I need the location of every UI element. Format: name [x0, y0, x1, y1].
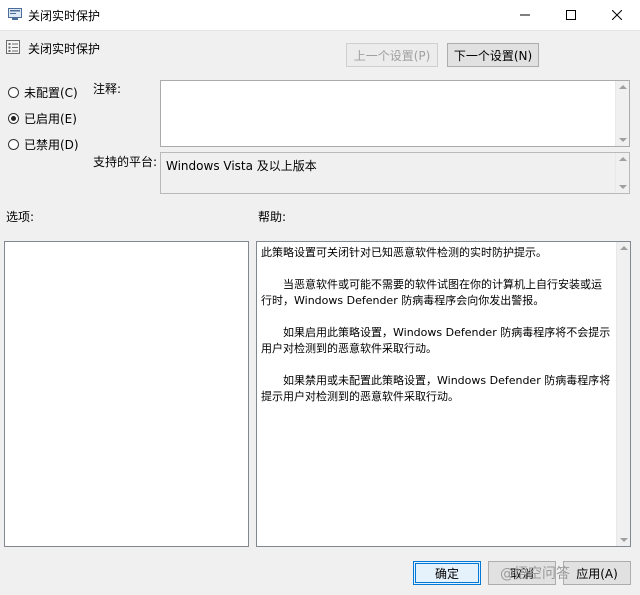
help-scrollbar[interactable] — [616, 242, 630, 546]
radio-enabled-circle[interactable] — [8, 113, 19, 124]
scroll-down-icon[interactable] — [619, 138, 627, 142]
platform-field: Windows Vista 及以上版本 — [160, 152, 630, 194]
policy-icon — [8, 8, 22, 20]
platform-value: Windows Vista 及以上版本 — [166, 159, 317, 173]
help-paragraph: 如果启用此策略设置，Windows Defender 防病毒程序将不会提示用户对… — [261, 326, 611, 355]
platform-scrollbar[interactable] — [615, 153, 629, 193]
radio-disabled-circle[interactable] — [8, 139, 19, 150]
help-paragraph: 如果禁用或未配置此策略设置，Windows Defender 防病毒程序将提示用… — [261, 374, 611, 403]
apply-button[interactable]: 应用(A) — [563, 561, 631, 585]
ok-button[interactable]: 确定 — [413, 561, 481, 585]
scroll-down-icon[interactable] — [620, 538, 628, 542]
help-text: 此策略设置可关闭针对已知恶意软件检测的实时防护提示。 当恶意软件或可能不需要的软… — [261, 245, 612, 421]
comment-label: 注释: — [93, 82, 122, 96]
radio-enabled[interactable]: 已启用(E) — [8, 110, 77, 127]
prev-setting-button[interactable]: 上一个设置(P) — [346, 43, 438, 67]
maximize-icon — [566, 10, 576, 20]
radio-enabled-label: 已启用(E) — [24, 112, 77, 126]
window-title: 关闭实时保护 — [28, 9, 101, 23]
radio-not-configured[interactable]: 未配置(C) — [8, 84, 78, 101]
platform-label: 支持的平台: — [93, 155, 158, 169]
options-panel — [4, 241, 249, 547]
comment-field[interactable] — [160, 80, 630, 147]
help-panel: 此策略设置可关闭针对已知恶意软件检测的实时防护提示。 当恶意软件或可能不需要的软… — [256, 241, 631, 547]
radio-not-configured-circle[interactable] — [8, 87, 19, 98]
watermark: @悟空问答 — [500, 563, 570, 583]
comment-scrollbar[interactable] — [615, 81, 629, 146]
close-icon — [612, 10, 622, 20]
minimize-button[interactable] — [502, 0, 548, 30]
next-setting-button[interactable]: 下一个设置(N) — [447, 43, 539, 67]
scroll-down-icon[interactable] — [619, 185, 627, 189]
radio-disabled[interactable]: 已禁用(D) — [8, 136, 79, 153]
radio-disabled-label: 已禁用(D) — [24, 138, 79, 152]
help-paragraph: 此策略设置可关闭针对已知恶意软件检测的实时防护提示。 — [261, 246, 547, 259]
help-paragraph: 当恶意软件或可能不需要的软件试图在你的计算机上自行安装或运行时，Windows … — [261, 278, 602, 307]
scroll-up-icon[interactable] — [619, 157, 627, 161]
setting-title: 关闭实时保护 — [28, 42, 101, 56]
scroll-up-icon[interactable] — [620, 246, 628, 250]
close-button[interactable] — [594, 0, 640, 30]
watermark-text: @悟空问答 — [500, 566, 570, 582]
minimize-icon — [520, 14, 530, 16]
scroll-up-icon[interactable] — [619, 85, 627, 89]
options-label: 选项: — [6, 210, 35, 224]
policy-setting-icon — [6, 40, 20, 54]
title-bar: 关闭实时保护 — [0, 0, 640, 31]
help-label: 帮助: — [258, 210, 287, 224]
maximize-button[interactable] — [548, 0, 594, 30]
radio-not-configured-label: 未配置(C) — [24, 86, 78, 100]
